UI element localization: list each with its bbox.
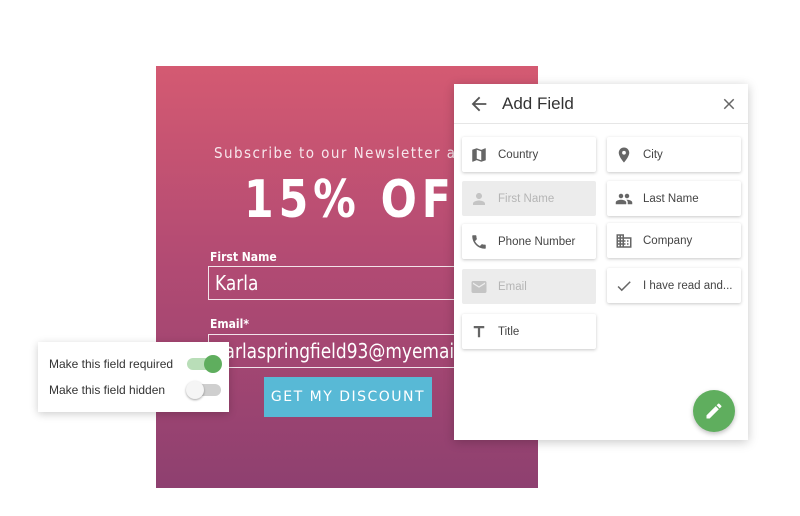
field-title[interactable]: Title [462,314,596,349]
hidden-label: Make this field hidden [49,383,166,397]
pencil-icon [706,403,722,419]
field-terms-checkbox[interactable]: I have read and... [607,268,741,303]
location-pin-icon [618,147,630,162]
first-name-label: First Name [210,250,277,264]
hidden-setting-row: Make this field hidden [49,379,224,401]
field-label: Title [498,325,520,338]
text-icon [473,325,485,337]
newsletter-subtitle: Subscribe to our Newsletter and [214,144,477,162]
required-toggle[interactable] [187,355,222,373]
field-label: I have read and... [643,279,733,292]
close-icon [723,98,735,110]
field-last-name[interactable]: Last Name [607,181,741,216]
field-city[interactable]: City [607,137,741,172]
field-label: Last Name [643,192,699,205]
hidden-toggle[interactable] [186,381,221,399]
add-field-panel: Add Field Country City First Name Last N… [454,84,748,440]
person-icon [473,192,485,205]
required-setting-row: Make this field required [49,353,224,375]
email-label: Email* [210,317,249,331]
checkmark-icon [617,280,631,291]
toggle-knob [204,355,222,373]
toggle-knob [186,381,204,399]
field-first-name[interactable]: First Name [462,181,596,216]
field-label: City [643,148,663,161]
panel-header: Add Field [454,84,748,124]
field-label: Phone Number [498,235,576,248]
mail-icon [471,280,487,293]
field-label: First Name [498,192,555,205]
map-icon [472,147,486,162]
field-company[interactable]: Company [607,223,741,258]
field-settings-popup: Make this field required Make this field… [38,342,229,412]
phone-icon [472,234,486,249]
newsletter-headline: 15% OFF [244,170,490,230]
building-icon [616,233,632,248]
required-label: Make this field required [49,357,174,371]
field-phone-number[interactable]: Phone Number [462,224,596,259]
field-country[interactable]: Country [462,137,596,172]
edit-fab-button[interactable] [693,390,735,432]
field-label: Country [498,148,539,161]
field-label: Email [498,280,527,293]
close-button[interactable] [720,95,738,113]
panel-title: Add Field [502,94,574,113]
first-name-value: Karla [215,271,259,295]
get-discount-button[interactable]: GET MY DISCOUNT [264,377,432,417]
field-email[interactable]: Email [462,269,596,304]
field-label: Company [643,234,693,247]
arrow-left-icon [471,96,487,112]
people-icon [615,193,633,204]
back-button[interactable] [468,93,490,115]
